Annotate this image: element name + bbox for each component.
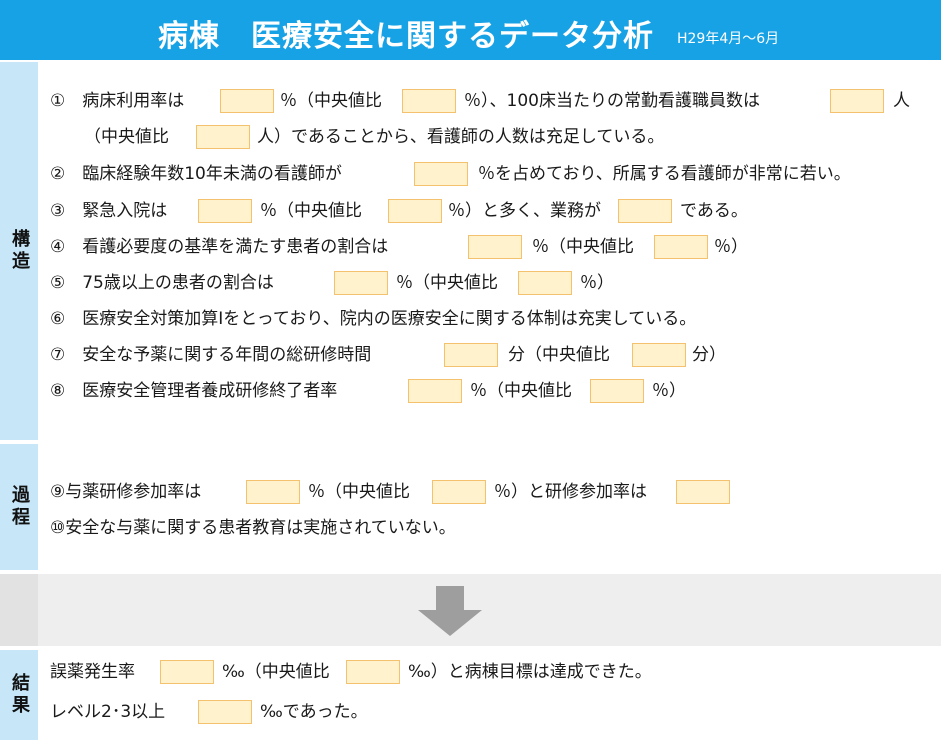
blank-field[interactable] bbox=[346, 660, 400, 684]
blank-field[interactable] bbox=[830, 89, 884, 113]
blank-field[interactable] bbox=[414, 162, 468, 186]
structure-item-2-text-b: ％を占めており、所属する看護師が非常に若い。 bbox=[478, 164, 851, 184]
process-content: ⑨与薬研修参加率は ％（中央値比 ％）と研修参加率は ⑩安全な与薬に関する患者教… bbox=[38, 444, 941, 570]
structure-item-8-text-b: ％（中央値比 bbox=[470, 381, 572, 401]
process-item-10-text: ⑩安全な与薬に関する患者教育は実施されていない。 bbox=[50, 518, 456, 538]
blank-field[interactable] bbox=[676, 480, 730, 504]
blank-field[interactable] bbox=[408, 379, 462, 403]
structure-item-3-text-b: ％（中央値比 bbox=[260, 201, 362, 221]
structure-content: ① 病床利用率は ％（中央値比 ％）、100床当たりの常勤看護職員数は 人 （中… bbox=[38, 62, 941, 440]
page-title: 病棟 医療安全に関するデータ分析 bbox=[158, 19, 654, 54]
structure-item-3-text-c: ％）と多く、業務が bbox=[448, 201, 601, 221]
result-section: 結果 誤薬発生率 ‰（中央値比 ‰）と病棟目標は達成できた。 レベル2･3以上 … bbox=[0, 650, 941, 740]
arrow-band bbox=[0, 574, 941, 646]
structure-side-label: 構造 bbox=[0, 62, 38, 440]
structure-item-8-text-c: ％） bbox=[652, 381, 686, 401]
down-arrow-icon bbox=[418, 586, 482, 636]
structure-item-7-text-a: ⑦ 安全な予薬に関する年間の総研修時間 bbox=[50, 345, 372, 365]
blank-field[interactable] bbox=[632, 343, 686, 367]
process-section: 過程 ⑨与薬研修参加率は ％（中央値比 ％）と研修参加率は ⑩安全な与薬に関する… bbox=[0, 444, 941, 570]
structure-item-7-text-c: 分） bbox=[692, 345, 726, 365]
blank-field[interactable] bbox=[518, 271, 572, 295]
structure-section: 構造 ① 病床利用率は ％（中央値比 ％）、100床当たりの常勤看護職員数は 人… bbox=[0, 62, 941, 440]
blank-field[interactable] bbox=[198, 700, 252, 724]
blank-field[interactable] bbox=[198, 199, 252, 223]
structure-item-1-text-c: ％）、100床当たりの常勤看護職員数は bbox=[464, 91, 760, 111]
blank-field[interactable] bbox=[246, 480, 300, 504]
structure-item-1-text-d: 人 bbox=[893, 91, 910, 111]
structure-label: 構造 bbox=[9, 229, 30, 273]
blank-field[interactable] bbox=[618, 199, 672, 223]
process-item-9-text-b: ％（中央値比 bbox=[308, 482, 410, 502]
structure-item-5-text-a: ⑤ 75歳以上の患者の割合は bbox=[50, 273, 274, 293]
structure-item-3-text-d: である。 bbox=[680, 201, 748, 221]
structure-item-3-text-a: ③ 緊急入院は bbox=[50, 201, 168, 221]
structure-item-2-text-a: ② 臨床経験年数10年未満の看護師が bbox=[50, 164, 342, 184]
structure-item-1-cont-b: 人）であることから、看護師の人数は充足している。 bbox=[257, 127, 665, 147]
blank-field[interactable] bbox=[654, 235, 708, 259]
blank-field[interactable] bbox=[160, 660, 214, 684]
result-item-1-text-b: ‰（中央値比 bbox=[222, 662, 330, 682]
structure-item-1-text-a: ① 病床利用率は bbox=[50, 91, 185, 111]
structure-item-5-text-c: ％） bbox=[580, 273, 614, 293]
process-side-label: 過程 bbox=[0, 444, 38, 570]
process-item-9-text-a: ⑨与薬研修参加率は bbox=[50, 482, 202, 502]
result-label: 結果 bbox=[9, 673, 30, 717]
blank-field[interactable] bbox=[196, 125, 250, 149]
structure-item-1-cont-a: （中央値比 bbox=[84, 127, 169, 147]
result-content: 誤薬発生率 ‰（中央値比 ‰）と病棟目標は達成できた。 レベル2･3以上 ‰であ… bbox=[38, 650, 941, 740]
blank-field[interactable] bbox=[468, 235, 522, 259]
structure-item-4-text-a: ④ 看護必要度の基準を満たす患者の割合は bbox=[50, 237, 389, 257]
structure-item-6-text: ⑥ 医療安全対策加算Ⅰをとっており、院内の医療安全に関する体制は充実している。 bbox=[50, 309, 697, 329]
blank-field[interactable] bbox=[444, 343, 498, 367]
process-label: 過程 bbox=[9, 485, 30, 529]
result-item-2-text-b: ‰であった。 bbox=[260, 702, 368, 722]
result-item-2-text-a: レベル2･3以上 bbox=[50, 702, 166, 722]
structure-item-4-text-c: ％） bbox=[714, 237, 748, 257]
structure-item-8-text-a: ⑧ 医療安全管理者養成研修終了者率 bbox=[50, 381, 338, 401]
result-item-1-text-a: 誤薬発生率 bbox=[50, 662, 135, 682]
structure-item-5-text-b: ％（中央値比 bbox=[396, 273, 498, 293]
structure-item-1-text-b: ％（中央値比 bbox=[280, 91, 382, 111]
result-item-1-text-c: ‰）と病棟目標は達成できた。 bbox=[408, 662, 652, 682]
title-banner: 病棟 医療安全に関するデータ分析 H29年4月～6月 bbox=[0, 0, 941, 60]
blank-field[interactable] bbox=[334, 271, 388, 295]
structure-item-7-text-b: 分（中央値比 bbox=[508, 345, 610, 365]
blank-field[interactable] bbox=[432, 480, 486, 504]
process-item-9-text-c: ％）と研修参加率は bbox=[494, 482, 647, 502]
structure-item-4-text-b: ％（中央値比 bbox=[532, 237, 634, 257]
period-label: H29年4月～6月 bbox=[677, 31, 780, 47]
blank-field[interactable] bbox=[590, 379, 644, 403]
result-side-label: 結果 bbox=[0, 650, 38, 740]
blank-field[interactable] bbox=[388, 199, 442, 223]
blank-field[interactable] bbox=[402, 89, 456, 113]
blank-field[interactable] bbox=[220, 89, 274, 113]
